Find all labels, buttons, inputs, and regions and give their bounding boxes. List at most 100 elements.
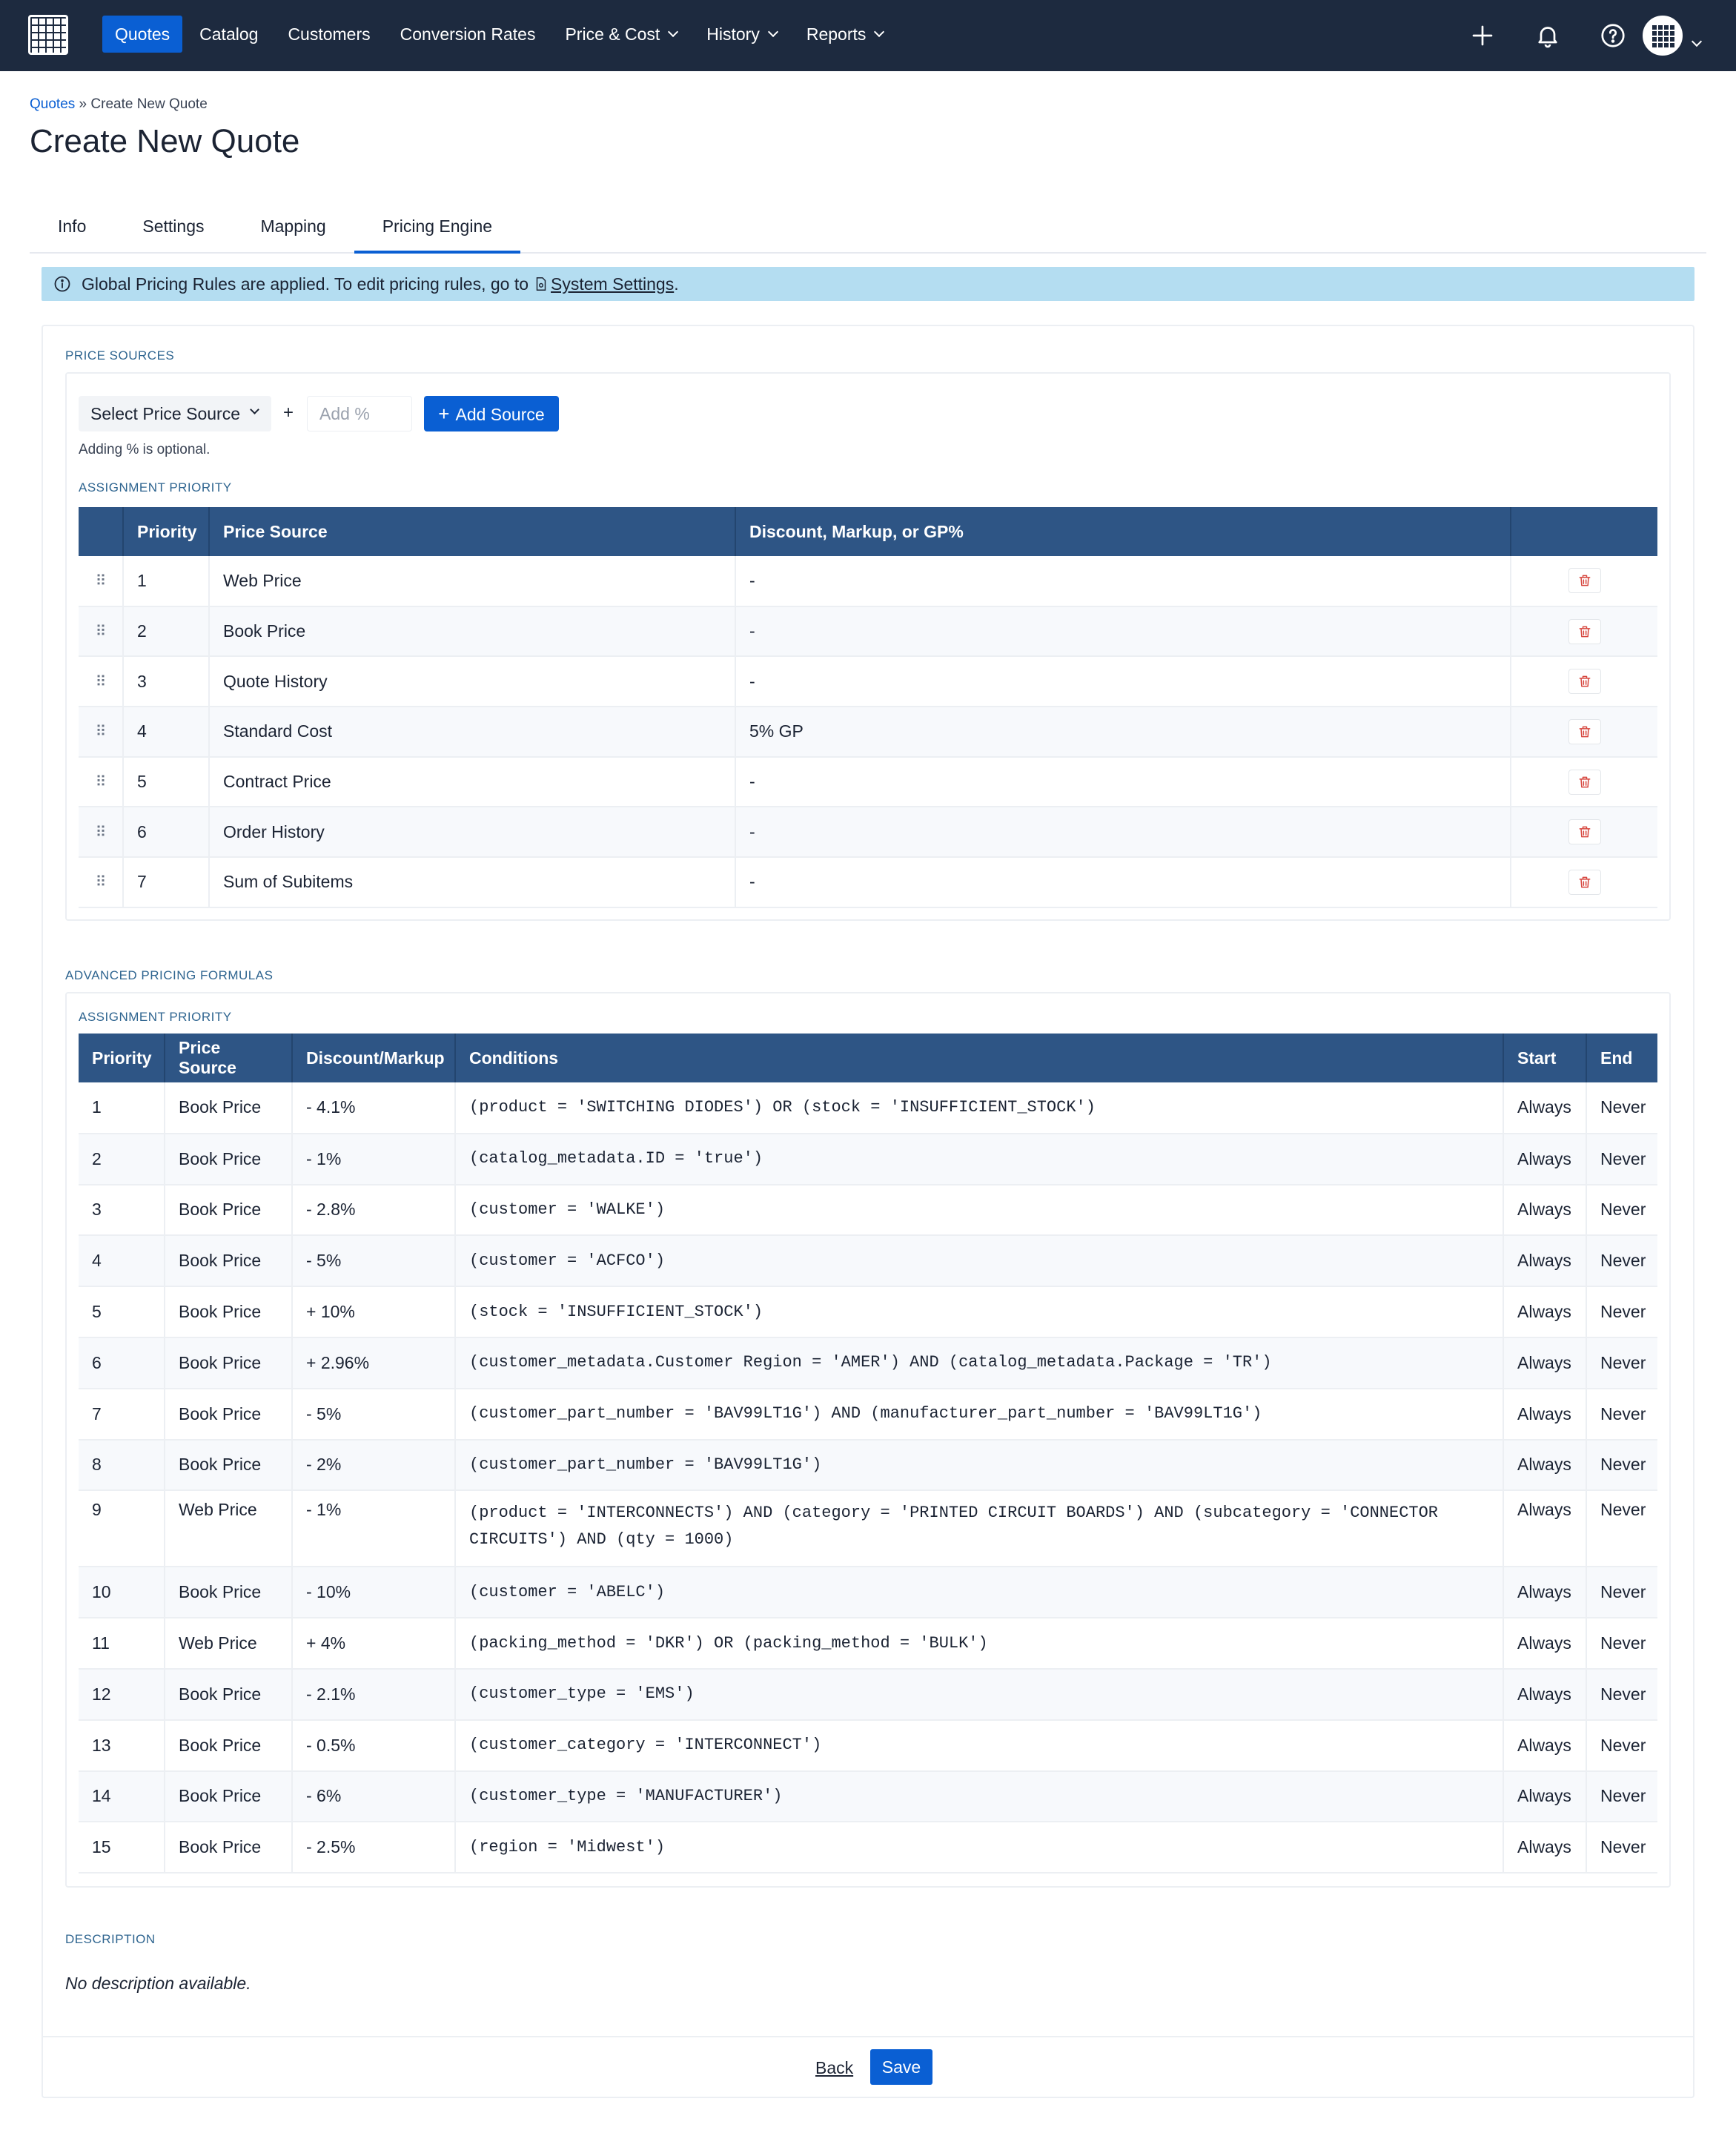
start-cell: Always	[1503, 1770, 1586, 1823]
add-percent-hint: Adding % is optional.	[79, 442, 211, 457]
add-source-button[interactable]: + Add Source	[424, 396, 559, 431]
start-cell: Always	[1503, 1439, 1586, 1492]
delete-button[interactable]	[1568, 669, 1601, 695]
start-cell: Always	[1503, 1490, 1586, 1568]
nav-item-quotes[interactable]: Quotes	[102, 16, 183, 53]
table-row: 11 Web Price + 4% (packing_method = 'DKR') …	[79, 1618, 1657, 1670]
start-cell: Always	[1503, 1082, 1586, 1134]
start-cell: Always	[1503, 1719, 1586, 1772]
delete-button[interactable]	[1568, 819, 1601, 845]
start-cell: Always	[1503, 1668, 1586, 1721]
drag-handle-icon[interactable]: ⠿	[79, 606, 123, 658]
breadcrumb-quotes-link[interactable]: Quotes	[30, 96, 75, 112]
help-icon[interactable]	[1600, 22, 1626, 49]
table-row: 10 Book Price - 10% (customer = 'ABELC') Alw…	[79, 1567, 1657, 1619]
nav-item-history[interactable]: History	[694, 16, 789, 53]
table-row: 12 Book Price - 2.1% (customer_type = 'EMS'…	[79, 1668, 1657, 1721]
priority-cell: 1	[122, 556, 209, 607]
end-cell: Never	[1586, 1286, 1657, 1338]
add-percent-input[interactable]	[307, 396, 412, 431]
table-row: 15 Book Price - 2.5% (region = 'Midwest') Al…	[79, 1822, 1657, 1874]
price-source-cell: Book Price	[164, 1668, 292, 1721]
discount-markup-cell: - 2%	[291, 1439, 455, 1492]
tab-mapping[interactable]: Mapping	[232, 200, 354, 254]
trash-icon	[1577, 624, 1592, 639]
plus-icon[interactable]	[1469, 22, 1496, 49]
system-settings-link[interactable]: System Settings	[533, 274, 674, 294]
delete-button[interactable]	[1568, 869, 1601, 895]
price-source-cell: Sum of Subitems	[208, 857, 735, 908]
tab-settings[interactable]: Settings	[114, 200, 232, 254]
delete-button[interactable]	[1568, 718, 1601, 744]
main-nav: Quotes Catalog Customers Conversion Rates Pr…	[102, 16, 900, 53]
system-settings-link-label: System Settings	[551, 274, 675, 294]
nav-item-label: Quotes	[115, 24, 170, 44]
nav-item-conversion-rates[interactable]: Conversion Rates	[388, 16, 549, 53]
discount-markup-cell: - 1%	[291, 1133, 455, 1185]
delete-button[interactable]	[1568, 568, 1601, 594]
bell-icon[interactable]	[1534, 22, 1561, 49]
price-source-cell: Quote History	[208, 656, 735, 708]
conditions-cell: (stock = 'INSUFFICIENT_STOCK')	[454, 1286, 1503, 1338]
adjustment-cell: -	[735, 857, 1511, 908]
nav-item-reports[interactable]: Reports	[794, 16, 896, 53]
priority-cell: 7	[122, 857, 209, 908]
end-cell: Never	[1586, 1235, 1657, 1288]
formulas-header-row: Priority Price Source Discount/Markup Condi…	[79, 1034, 1657, 1082]
chevron-down-icon	[668, 26, 679, 38]
table-row: ⠿ 6 Order History -	[79, 807, 1657, 859]
conditions-cell: (product = 'SWITCHING DIODES') OR (stock…	[454, 1082, 1503, 1134]
select-price-source-dropdown[interactable]: Select Price Source	[79, 396, 271, 431]
priority-cell: 4	[122, 707, 209, 758]
top-navbar: Quotes Catalog Customers Conversion Rates Pr…	[0, 0, 1736, 71]
discount-markup-cell: - 2.1%	[291, 1668, 455, 1721]
app-logo[interactable]	[28, 15, 68, 55]
drag-handle-icon[interactable]: ⠿	[79, 656, 123, 708]
table-row: ⠿ 5 Contract Price -	[79, 756, 1657, 808]
drag-handle-icon[interactable]: ⠿	[79, 857, 123, 908]
price-source-cell: Book Price	[164, 1822, 292, 1874]
drag-handle-icon[interactable]: ⠿	[79, 807, 123, 859]
discount-markup-cell: - 0.5%	[291, 1719, 455, 1772]
tab-pricing-engine[interactable]: Pricing Engine	[354, 200, 521, 254]
end-cell: Never	[1586, 1668, 1657, 1721]
trash-icon	[1577, 824, 1592, 839]
price-sources-label: PRICE SOURCES	[65, 348, 175, 363]
drag-handle-icon[interactable]: ⠿	[79, 756, 123, 808]
delete-button[interactable]	[1568, 618, 1601, 644]
tab-info[interactable]: Info	[30, 200, 114, 254]
actions-cell	[1510, 756, 1657, 808]
table-row: 2 Book Price - 1% (catalog_metadata.ID = 't…	[79, 1133, 1657, 1185]
plus-sign: +	[283, 403, 294, 423]
nav-item-label: Customers	[288, 24, 371, 44]
nav-item-catalog[interactable]: Catalog	[187, 16, 271, 53]
priority-cell: 14	[79, 1770, 165, 1823]
drag-handle-icon[interactable]: ⠿	[79, 556, 123, 607]
column-header: Conditions	[454, 1034, 1503, 1082]
priority-cell: 11	[79, 1618, 165, 1670]
column-header: End	[1586, 1034, 1657, 1082]
avatar[interactable]	[1643, 16, 1683, 56]
table-row: 14 Book Price - 6% (customer_type = 'MANUFA…	[79, 1770, 1657, 1823]
priority-cell: 10	[79, 1567, 165, 1619]
end-cell: Never	[1586, 1337, 1657, 1389]
adjustment-cell: -	[735, 656, 1511, 708]
nav-item-label: History	[706, 24, 760, 44]
chevron-down-icon[interactable]	[1691, 30, 1703, 50]
end-cell: Never	[1586, 1567, 1657, 1619]
avatar-logo	[1651, 24, 1674, 47]
drag-handle-icon[interactable]: ⠿	[79, 707, 123, 758]
delete-button[interactable]	[1568, 769, 1601, 795]
column-header: Discount, Markup, or GP%	[735, 507, 1511, 556]
end-cell: Never	[1586, 1822, 1657, 1874]
info-alert: Global Pricing Rules are applied. To edi…	[42, 267, 1694, 301]
start-cell: Always	[1503, 1567, 1586, 1619]
discount-markup-cell: + 2.96%	[291, 1337, 455, 1389]
nav-item-price-cost[interactable]: Price & Cost	[552, 16, 689, 53]
nav-item-customers[interactable]: Customers	[275, 16, 382, 53]
conditions-cell: (customer_part_number = 'BAV99LT1G')	[454, 1439, 1503, 1492]
save-button[interactable]: Save	[870, 2049, 932, 2085]
back-button[interactable]: Back	[815, 2058, 853, 2078]
end-cell: Never	[1586, 1388, 1657, 1441]
priority-cell: 2	[79, 1133, 165, 1185]
